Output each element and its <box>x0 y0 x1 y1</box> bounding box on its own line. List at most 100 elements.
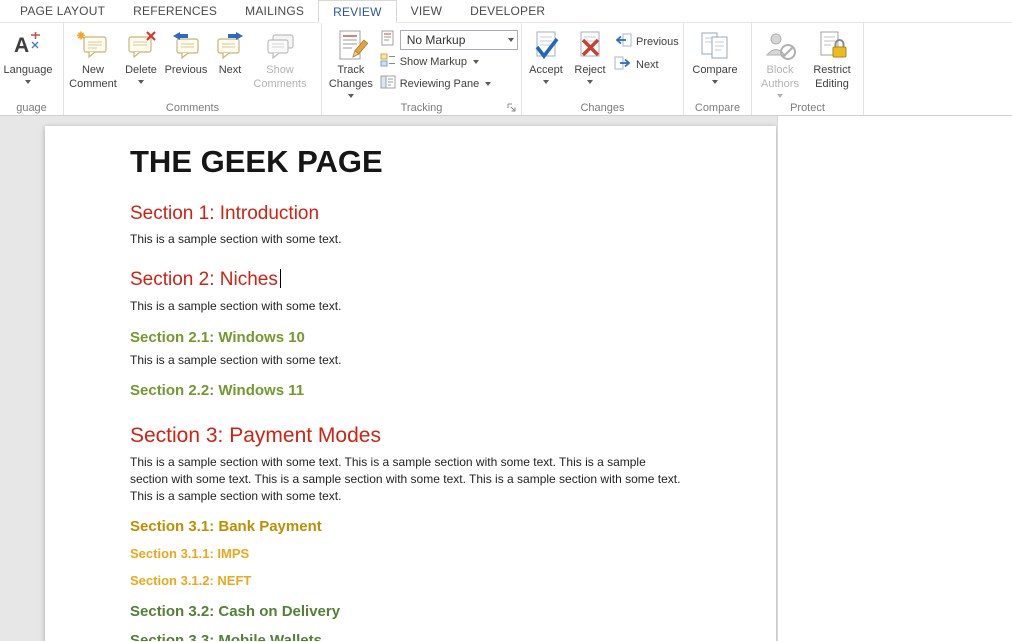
heading-section-3-3: Section 3.3: Mobile Wallets <box>130 633 686 641</box>
previous-change-label: Previous <box>636 36 679 48</box>
heading-section-2-1: Section 2.1: Windows 10 <box>130 330 686 347</box>
tab-view[interactable]: VIEW <box>397 0 456 22</box>
previous-change-icon <box>614 32 632 51</box>
text-cursor <box>280 269 281 288</box>
heading-text: Section 2: Niches <box>130 269 278 290</box>
accept-check-icon <box>529 28 563 64</box>
track-changes-icon <box>334 28 368 64</box>
display-for-review-value: No Markup <box>407 33 466 47</box>
new-comment-button[interactable]: New Comment <box>66 25 120 101</box>
tab-page-layout[interactable]: PAGE LAYOUT <box>6 0 119 22</box>
chevron-down-icon <box>138 80 144 84</box>
reviewing-pane-label: Reviewing Pane <box>400 78 480 90</box>
tab-references[interactable]: REFERENCES <box>119 0 231 22</box>
delete-comment-icon <box>125 28 157 64</box>
document-area: THE GEEK PAGE Section 1: Introduction Th… <box>0 116 1012 641</box>
body-paragraph: This is a sample section with some text.… <box>130 454 686 505</box>
restrict-editing-button[interactable]: Restrict Editing <box>806 25 858 101</box>
comments-group-caption: Comments <box>64 102 321 114</box>
display-for-review-row: No Markup <box>380 29 519 50</box>
heading-section-2-2: Section 2.2: Windows 11 <box>130 383 686 400</box>
previous-change-button[interactable]: Previous <box>612 30 679 53</box>
changes-group: Accept Reject <box>522 23 684 115</box>
previous-comment-label: Previous <box>165 64 208 78</box>
display-for-review-select[interactable]: No Markup <box>400 30 518 50</box>
reject-label: Reject <box>574 64 605 78</box>
document-page[interactable]: THE GEEK PAGE Section 1: Introduction Th… <box>45 126 776 641</box>
svg-text:A: A <box>14 34 29 57</box>
show-comments-button[interactable]: Show Comments <box>250 25 310 101</box>
next-comment-button[interactable]: Next <box>210 25 250 101</box>
show-markup-button[interactable]: Show Markup <box>380 51 519 72</box>
reject-button[interactable]: Reject <box>568 25 612 101</box>
heading-section-2: Section 2: Niches <box>130 269 686 290</box>
protect-group-caption: Protect <box>752 102 863 114</box>
chevron-down-icon <box>473 60 479 64</box>
language-button[interactable]: A Language <box>0 25 58 101</box>
compare-button[interactable]: Compare <box>686 25 744 101</box>
word-window: PAGE LAYOUT REFERENCES MAILINGS REVIEW V… <box>0 0 1012 642</box>
ribbon-review: A Language guage <box>0 23 1012 116</box>
body-text: This is a sample section with some text. <box>130 352 686 369</box>
tracking-options-column: No Markup Show Markup <box>378 25 519 94</box>
show-markup-icon <box>380 52 396 71</box>
delete-comment-label: Delete <box>125 64 157 78</box>
body-text: This is a sample section with some text. <box>130 231 686 248</box>
new-comment-label: New Comment <box>66 64 120 92</box>
changes-nav-column: Previous Next <box>612 25 679 76</box>
show-comments-label: Show Comments <box>250 64 310 92</box>
tab-mailings[interactable]: MAILINGS <box>231 0 318 22</box>
ribbon-tab-row: PAGE LAYOUT REFERENCES MAILINGS REVIEW V… <box>0 0 1012 23</box>
chevron-down-icon <box>508 38 514 42</box>
compare-group-caption: Compare <box>684 102 751 114</box>
previous-comment-icon <box>170 28 202 64</box>
accept-button[interactable]: Accept <box>524 25 568 101</box>
next-change-label: Next <box>636 59 659 71</box>
block-authors-button[interactable]: Block Authors <box>754 25 806 101</box>
next-comment-icon <box>214 28 246 64</box>
reviewing-pane-icon <box>380 74 396 93</box>
language-group-caption: guage <box>0 102 63 114</box>
next-change-button[interactable]: Next <box>612 53 679 76</box>
tab-review[interactable]: REVIEW <box>318 0 397 23</box>
changes-group-caption: Changes <box>522 102 683 114</box>
show-markup-label: Show Markup <box>400 56 467 68</box>
tracking-group: Track Changes No Markup <box>322 23 522 115</box>
reject-x-icon <box>573 28 607 64</box>
show-comments-icon <box>264 28 296 64</box>
heading-section-3: Section 3: Payment Modes <box>130 425 686 447</box>
body-text: This is a sample section with some text. <box>130 298 686 315</box>
right-panel <box>777 116 1012 641</box>
chevron-down-icon <box>485 82 491 86</box>
reviewing-pane-button[interactable]: Reviewing Pane <box>380 73 519 94</box>
new-comment-icon <box>77 28 109 64</box>
tab-developer[interactable]: DEVELOPER <box>456 0 559 22</box>
restrict-editing-label: Restrict Editing <box>806 64 858 92</box>
chevron-down-icon <box>712 80 718 84</box>
compare-documents-icon <box>698 28 732 64</box>
tracking-group-caption: Tracking <box>322 102 521 114</box>
heading-section-1: Section 1: Introduction <box>130 204 686 224</box>
compare-group: Compare Compare <box>684 23 752 115</box>
delete-comment-button[interactable]: Delete <box>120 25 162 101</box>
next-comment-label: Next <box>219 64 242 78</box>
heading-section-3-1: Section 3.1: Bank Payment <box>130 519 686 536</box>
translate-icon: A <box>13 28 43 64</box>
chevron-down-icon <box>348 94 354 98</box>
heading-section-3-2: Section 3.2: Cash on Delivery <box>130 604 686 621</box>
ribbon-empty-space <box>864 23 1012 115</box>
heading-section-3-1-1: Section 3.1.1: IMPS <box>130 547 686 561</box>
display-for-review-icon <box>380 30 396 49</box>
chevron-down-icon <box>777 94 783 98</box>
chevron-down-icon <box>587 80 593 84</box>
track-changes-button[interactable]: Track Changes <box>324 25 378 101</box>
chevron-down-icon <box>543 80 549 84</box>
document-title: THE GEEK PAGE <box>130 146 686 177</box>
next-change-icon <box>614 55 632 74</box>
restrict-editing-lock-icon <box>815 28 849 64</box>
block-authors-label: Block Authors <box>754 64 806 92</box>
block-authors-icon <box>763 28 797 64</box>
compare-label: Compare <box>692 64 737 78</box>
track-changes-label: Track Changes <box>324 64 378 92</box>
previous-comment-button[interactable]: Previous <box>162 25 210 101</box>
